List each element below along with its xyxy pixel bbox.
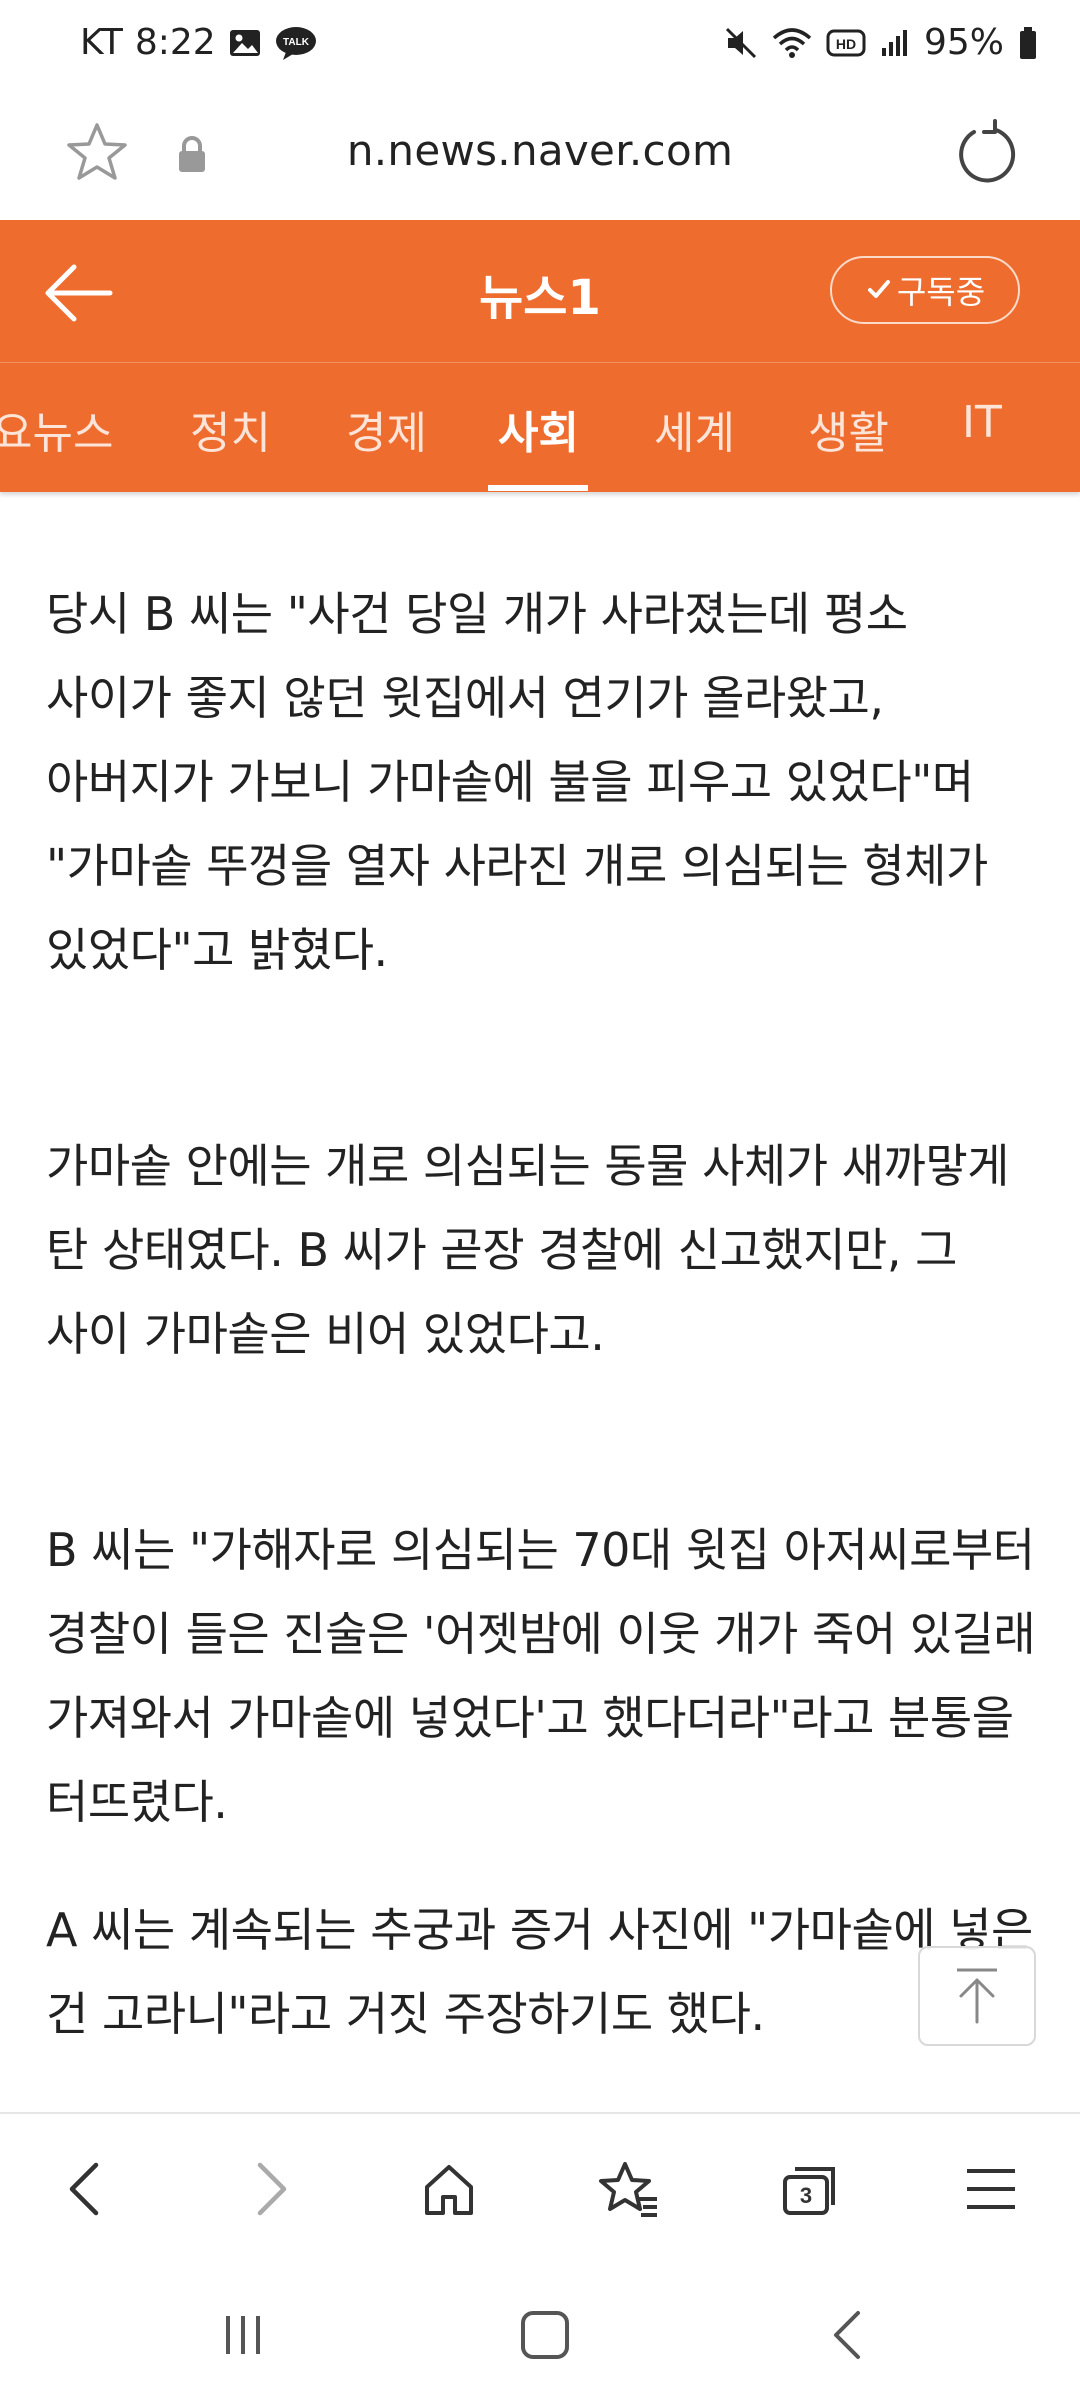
gallery-icon	[228, 28, 262, 58]
home-icon	[425, 2165, 473, 2215]
arrow-up-icon	[957, 1968, 997, 2024]
status-left: KT 8:22 TALK	[80, 22, 318, 63]
menu-icon	[967, 2169, 1015, 2209]
press-header: 뉴스1 구독중	[0, 220, 1080, 362]
reload-button[interactable]	[950, 118, 1020, 188]
recent-apps-button[interactable]	[208, 2300, 278, 2370]
reload-icon	[959, 119, 1016, 183]
url-bar: n.news.naver.com	[0, 96, 1080, 220]
browser-toolbar: 3	[0, 2112, 1080, 2260]
forward-icon	[257, 2162, 287, 2216]
tab-life[interactable]: 생활	[808, 397, 889, 461]
talk-badge-text: TALK	[283, 37, 310, 48]
article-paragraph: A 씨는 계속되는 추궁과 증거 사진에 "가마솥에 넣은 건 고라니"라고 거…	[46, 1903, 1033, 2041]
tabs-button[interactable]: 3	[776, 2154, 846, 2224]
system-home-button[interactable]	[510, 2300, 580, 2370]
wifi-icon	[772, 26, 812, 60]
article-paragraph: B 씨는 "가해자로 의심되는 70대 윗집 아저씨로부터 경찰이 들은 진술은…	[46, 1523, 1036, 1829]
signal-icon	[880, 28, 910, 58]
subscribe-button[interactable]: 구독중	[830, 256, 1020, 324]
browser-forward-button[interactable]	[236, 2154, 306, 2224]
bookmarks-button[interactable]	[594, 2154, 664, 2224]
square-home-icon	[521, 2311, 569, 2359]
tab-economy[interactable]: 경제	[346, 397, 427, 461]
battery-percent: 95%	[923, 22, 1004, 63]
status-right: HD 95%	[724, 22, 1038, 63]
back-icon	[69, 2162, 99, 2216]
mute-icon	[724, 26, 758, 60]
tab-world[interactable]: 세계	[654, 397, 735, 461]
article-body: 당시 B 씨는 "사건 당일 개가 사라졌는데 평소 사이가 좋지 않던 윗집에…	[46, 492, 1046, 2112]
recent-apps-icon	[226, 2316, 260, 2354]
clock: 8:22	[134, 22, 216, 63]
tab-count: 3	[800, 2183, 812, 2208]
tab-0[interactable]: 요뉴스	[0, 397, 113, 461]
article-paragraph: 가마솥 안에는 개로 의심되는 동물 사체가 새까맣게 탄 상태였다. B 씨가…	[46, 1139, 1009, 1361]
chevron-left-icon	[834, 2311, 860, 2359]
tab-society[interactable]: 사회	[498, 397, 579, 461]
url-text[interactable]: n.news.naver.com	[0, 126, 1080, 175]
active-tab-indicator	[488, 485, 588, 491]
subscribe-label: 구독중	[896, 273, 986, 311]
system-navigation-bar	[0, 2260, 1080, 2400]
battery-icon	[1018, 26, 1038, 60]
carrier: KT	[80, 22, 123, 63]
home-button[interactable]	[414, 2154, 484, 2224]
talk-icon: TALK	[274, 25, 318, 61]
tab-politics[interactable]: 정치	[190, 397, 271, 461]
scroll-to-top-button[interactable]	[918, 1946, 1036, 2046]
system-back-button[interactable]	[812, 2300, 882, 2370]
hd-badge-text: HD	[836, 36, 856, 52]
check-icon	[867, 280, 890, 298]
browser-back-button[interactable]	[50, 2154, 120, 2224]
hd-icon: HD	[826, 28, 866, 58]
menu-button[interactable]	[956, 2154, 1026, 2224]
article-paragraph: 당시 B 씨는 "사건 당일 개가 사라졌는데 평소 사이가 좋지 않던 윗집에…	[46, 587, 988, 977]
bookmarks-icon	[599, 2162, 657, 2217]
status-bar: KT 8:22 TALK HD 95%	[0, 0, 1080, 96]
section-tabs: 요뉴스 정치 경제 사회 세계 생활 IT	[0, 362, 1080, 492]
tab-it[interactable]: IT	[962, 397, 1002, 448]
tabs-icon: 3	[783, 2167, 835, 2215]
